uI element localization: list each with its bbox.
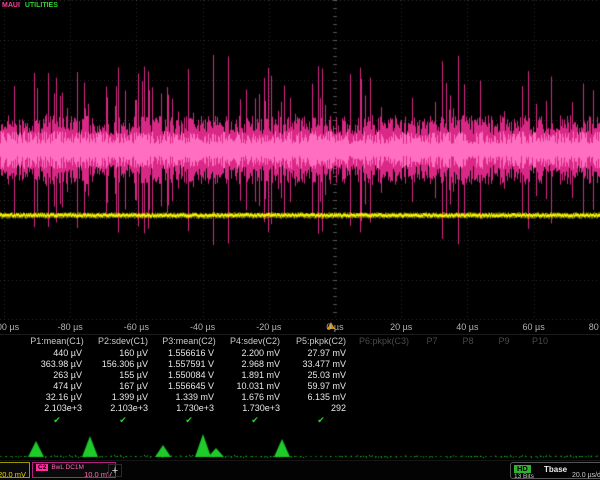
measurement-value: 263 µV: [24, 370, 90, 381]
channel-c2-coupling: BwL DC1M: [51, 464, 84, 471]
channel-c2-scale: 10.0 mV: [36, 471, 112, 478]
add-trace-button[interactable]: +: [108, 464, 122, 477]
gutter: [0, 403, 24, 414]
measurement-table[interactable]: P1:mean(C1)P2:sdev(C1)P3:mean(C2)P4:sdev…: [0, 334, 600, 426]
param-header-p4[interactable]: P4:sdev(C2): [222, 335, 288, 348]
measurement-row-5: 32.16 µV1.399 µV1.339 mV1.676 mV6.135 mV: [0, 392, 600, 403]
param-header-p8[interactable]: P8: [450, 335, 486, 348]
measurement-value: 2.103e+3: [90, 403, 156, 414]
measurement-value: 1.891 mV: [222, 370, 288, 381]
measurement-value: 155 µV: [90, 370, 156, 381]
top-left-badge: MAUI UTILITIES: [2, 2, 58, 9]
badge-left-label: MAUI: [2, 2, 20, 9]
time-axis-label: -100 µs: [0, 322, 19, 332]
measurement-value: 474 µV: [24, 381, 90, 392]
channel-c2-chip: C2: [36, 464, 48, 471]
measurement-value: 1.556616 V: [156, 348, 222, 359]
measurement-row-6: 2.103e+32.103e+31.730e+31.730e+3292: [0, 403, 600, 414]
time-axis-label: 60 µs: [522, 322, 544, 332]
badge-right-label: UTILITIES: [25, 2, 58, 9]
param-header-p5[interactable]: P5:pkpk(C2): [288, 335, 354, 348]
measurement-value: 1.556645 V: [156, 381, 222, 392]
measurement-value: 33.477 mV: [288, 359, 354, 370]
measurement-value: 32.16 µV: [24, 392, 90, 403]
measurement-row-4: 474 µV167 µV1.556645 V10.031 mV59.97 mV: [0, 381, 600, 392]
measurement-header-row: P1:mean(C1)P2:sdev(C1)P3:mean(C2)P4:sdev…: [0, 335, 600, 348]
channel-c1-scale: 20.0 mV: [0, 471, 26, 478]
param-header-p6[interactable]: P6:pkpk(C3): [354, 335, 414, 348]
histogram-strip: [0, 426, 600, 460]
measurement-value: 2.200 mV: [222, 348, 288, 359]
measurement-value: 10.031 mV: [222, 381, 288, 392]
oscilloscope-screen: MAUI UTILITIES -100 µs -80 µs -60 µs -40 µs…: [0, 0, 600, 480]
hd-badge: HD: [514, 465, 531, 473]
measurement-value: 27.97 mV: [288, 348, 354, 359]
measurement-value: 1.339 mV: [156, 392, 222, 403]
measurement-value: 1.676 mV: [222, 392, 288, 403]
param-header-p10[interactable]: P10: [522, 335, 558, 348]
measurement-value: 156.306 µV: [90, 359, 156, 370]
time-axis-label: 20 µs: [390, 322, 412, 332]
timebase-descriptor[interactable]: HD Tbase 13 Bits 20.0 µs/div: [510, 462, 600, 479]
status-bar: C1 DC1M 20.0 mV C2 BwL DC1M 10.0 mV + HD…: [0, 460, 600, 480]
time-axis-label: -40 µs: [190, 322, 215, 332]
gutter: [0, 335, 24, 348]
waveform-graticule[interactable]: MAUI UTILITIES: [0, 0, 600, 320]
time-axis-label: -80 µs: [58, 322, 83, 332]
param-header-p3[interactable]: P3:mean(C2): [156, 335, 222, 348]
waveform-canvas: [0, 0, 600, 320]
param-header-p7[interactable]: P7: [414, 335, 450, 348]
param-header-p1[interactable]: P1:mean(C1): [24, 335, 90, 348]
measurement-value: 1.399 µV: [90, 392, 156, 403]
param-header-p2[interactable]: P2:sdev(C1): [90, 335, 156, 348]
time-axis-label: 0 µs: [326, 322, 343, 332]
timebase-bits: 13 Bits: [514, 473, 534, 480]
measurement-value: 167 µV: [90, 381, 156, 392]
measurement-value: 292: [288, 403, 354, 414]
measurement-row-1: 440 µV160 µV1.556616 V2.200 mV27.97 mV: [0, 348, 600, 359]
measurement-row-3: 263 µV155 µV1.550084 V1.891 mV25.03 mV: [0, 370, 600, 381]
time-axis-label: 40 µs: [456, 322, 478, 332]
histogram-canvas: [0, 426, 600, 460]
param-header-p9[interactable]: P9: [486, 335, 522, 348]
gutter: [0, 392, 24, 403]
measurement-value: 1.557591 V: [156, 359, 222, 370]
measurement-value: 6.135 mV: [288, 392, 354, 403]
timebase-scale: 20.0 µs/div: [572, 472, 600, 479]
measurement-value: 2.968 mV: [222, 359, 288, 370]
gutter: [0, 359, 24, 370]
measurement-value: 2.103e+3: [24, 403, 90, 414]
time-axis-label: -60 µs: [124, 322, 149, 332]
time-axis-label: -20 µs: [256, 322, 281, 332]
measurement-value: 59.97 mV: [288, 381, 354, 392]
measurement-value: 440 µV: [24, 348, 90, 359]
time-axis-label: 80 µs: [589, 322, 600, 332]
measurement-value: 160 µV: [90, 348, 156, 359]
measurement-row-2: 363.98 µV156.306 µV1.557591 V2.968 mV33.…: [0, 359, 600, 370]
measurement-value: 1.730e+3: [222, 403, 288, 414]
measurement-value: 1.550084 V: [156, 370, 222, 381]
measurement-value: 1.730e+3: [156, 403, 222, 414]
gutter: [0, 381, 24, 392]
channel-c1-descriptor[interactable]: C1 DC1M 20.0 mV: [0, 462, 30, 478]
measurement-value: 25.03 mV: [288, 370, 354, 381]
time-axis: -100 µs -80 µs -60 µs -40 µs -20 µs 0 µs 20 µs…: [0, 320, 600, 334]
gutter: [0, 348, 24, 359]
measurement-value: 363.98 µV: [24, 359, 90, 370]
gutter: [0, 370, 24, 381]
channel-c2-descriptor[interactable]: C2 BwL DC1M 10.0 mV: [32, 462, 116, 478]
timebase-label: Tbase: [544, 465, 567, 474]
